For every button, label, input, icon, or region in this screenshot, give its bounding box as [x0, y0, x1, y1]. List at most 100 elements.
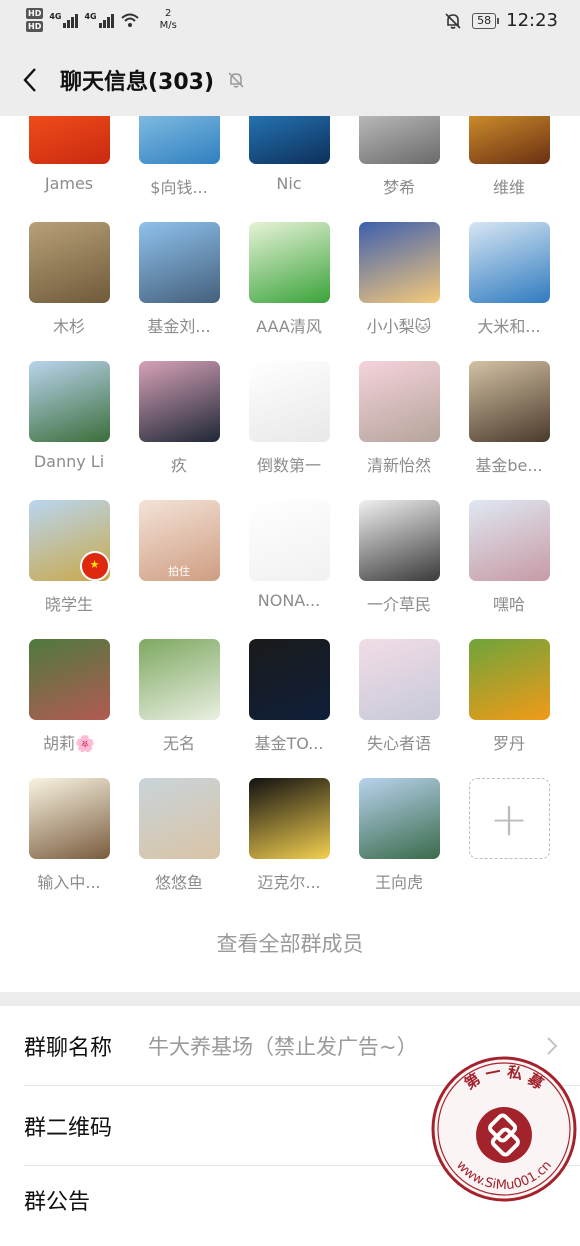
member-item[interactable]: 王向虎: [344, 778, 454, 917]
member-name: 胡莉🌸: [43, 734, 95, 753]
battery-indicator: 58: [472, 12, 500, 29]
member-avatar[interactable]: [358, 778, 440, 859]
member-item[interactable]: AAA清风: [234, 222, 344, 361]
china-flag-badge-icon: ★: [79, 551, 110, 581]
member-item[interactable]: James: [14, 116, 124, 222]
plus-icon: +: [489, 791, 529, 846]
member-item[interactable]: 一介草民: [344, 500, 454, 639]
chevron-right-icon: [547, 1037, 558, 1055]
member-avatar[interactable]: [468, 639, 550, 720]
status-bar: HD HD 4G 4G 2 M/s 58 12:23: [0, 0, 580, 44]
member-name: NONA...: [257, 591, 321, 610]
member-item[interactable]: 拍住: [124, 500, 234, 639]
member-name: Danny Li: [33, 452, 105, 471]
member-avatar[interactable]: [138, 222, 220, 303]
member-item[interactable]: 胡莉🌸: [14, 639, 124, 778]
member-name: 基金TO...: [254, 734, 324, 753]
member-item[interactable]: 悠悠鱼: [124, 778, 234, 917]
page-title: 聊天信息(303): [60, 70, 215, 95]
member-avatar[interactable]: [358, 361, 440, 442]
member-avatar[interactable]: [28, 361, 110, 442]
member-name: 基金刘...: [147, 317, 211, 336]
member-item[interactable]: 倒数第一: [234, 361, 344, 500]
member-name: 梦希: [382, 178, 415, 197]
member-avatar[interactable]: [138, 116, 220, 164]
member-name: 倒数第一: [256, 456, 321, 475]
member-avatar[interactable]: [28, 639, 110, 720]
member-item[interactable]: 小小梨🐱: [344, 222, 454, 361]
member-item[interactable]: 疚: [124, 361, 234, 500]
member-avatar[interactable]: [248, 500, 330, 581]
member-avatar[interactable]: [248, 778, 330, 859]
member-avatar[interactable]: [28, 778, 110, 859]
member-name: 失心者语: [366, 734, 431, 753]
member-item[interactable]: 梦希: [344, 116, 454, 222]
member-avatar[interactable]: [248, 116, 330, 164]
group-name-label: 群聊名称: [24, 1036, 113, 1061]
avatar-caption: 拍住: [168, 565, 190, 578]
member-item[interactable]: 输入中...: [14, 778, 124, 917]
member-item[interactable]: Nic: [234, 116, 344, 222]
member-avatar[interactable]: [28, 222, 110, 303]
member-avatar[interactable]: [468, 361, 550, 442]
member-item[interactable]: 嘿哈: [454, 500, 564, 639]
member-name: 木杉: [52, 317, 85, 336]
mute-indicator: [226, 70, 246, 90]
add-member-button[interactable]: +: [468, 778, 550, 859]
member-name: 维维: [492, 178, 525, 197]
member-avatar[interactable]: 拍住: [138, 500, 220, 581]
member-avatar[interactable]: [468, 116, 550, 164]
member-name: 输入中...: [37, 873, 101, 892]
member-name: 悠悠鱼: [154, 873, 203, 892]
member-avatar[interactable]: [28, 116, 110, 164]
member-item[interactable]: 木杉: [14, 222, 124, 361]
member-item[interactable]: 失心者语: [344, 639, 454, 778]
back-button[interactable]: [0, 44, 60, 116]
member-name: 晓学生: [44, 595, 93, 614]
member-avatar[interactable]: [138, 778, 220, 859]
member-avatar[interactable]: [248, 361, 330, 442]
member-avatar[interactable]: [248, 222, 330, 303]
member-grid: James $向钱... Nic 梦希 维维木杉 基金刘... AAA清风 小小梨🐱 大米和..…: [0, 116, 580, 992]
view-all-members-link[interactable]: 查看全部群成员: [0, 928, 580, 958]
member-name: AAA清风: [256, 317, 322, 336]
bell-off-icon: [228, 72, 244, 88]
member-item[interactable]: NONA...: [234, 500, 344, 639]
add-member-item[interactable]: +: [454, 778, 564, 917]
section-divider: [0, 992, 580, 1006]
member-avatar[interactable]: ★: [28, 500, 110, 581]
member-name: 王向虎: [374, 873, 423, 892]
member-item[interactable]: 清新怡然: [344, 361, 454, 500]
member-item[interactable]: $向钱...: [124, 116, 234, 222]
member-avatar[interactable]: [358, 116, 440, 164]
network-speed: 2 M/s: [159, 8, 177, 31]
member-avatar[interactable]: [358, 222, 440, 303]
member-item[interactable]: ★ 晓学生: [14, 500, 124, 639]
member-avatar[interactable]: [248, 639, 330, 720]
member-name: 基金be...: [475, 456, 543, 475]
member-name: James: [44, 174, 94, 193]
member-name: Nic: [276, 174, 302, 193]
hd-indicator: HD HD: [26, 8, 44, 32]
member-name: 嘿哈: [492, 595, 525, 614]
member-avatar[interactable]: [468, 222, 550, 303]
member-name: 小小梨🐱: [366, 317, 432, 336]
member-avatar[interactable]: [468, 500, 550, 581]
member-item[interactable]: 基金TO...: [234, 639, 344, 778]
group-announcement-label: 群公告: [24, 1190, 91, 1215]
member-item[interactable]: 迈克尔...: [234, 778, 344, 917]
member-avatar[interactable]: [138, 361, 220, 442]
member-item[interactable]: 基金be...: [454, 361, 564, 500]
member-item[interactable]: 无名: [124, 639, 234, 778]
member-item[interactable]: 罗丹: [454, 639, 564, 778]
member-avatar[interactable]: [138, 639, 220, 720]
member-avatar[interactable]: [358, 500, 440, 581]
member-item[interactable]: 维维: [454, 116, 564, 222]
member-item[interactable]: Danny Li: [14, 361, 124, 500]
signal-icon-1: 4G: [49, 12, 79, 28]
nav-bar: 聊天信息(303): [0, 44, 580, 116]
member-avatar[interactable]: [358, 639, 440, 720]
member-name: 无名: [162, 734, 195, 753]
member-item[interactable]: 大米和...: [454, 222, 564, 361]
member-item[interactable]: 基金刘...: [124, 222, 234, 361]
